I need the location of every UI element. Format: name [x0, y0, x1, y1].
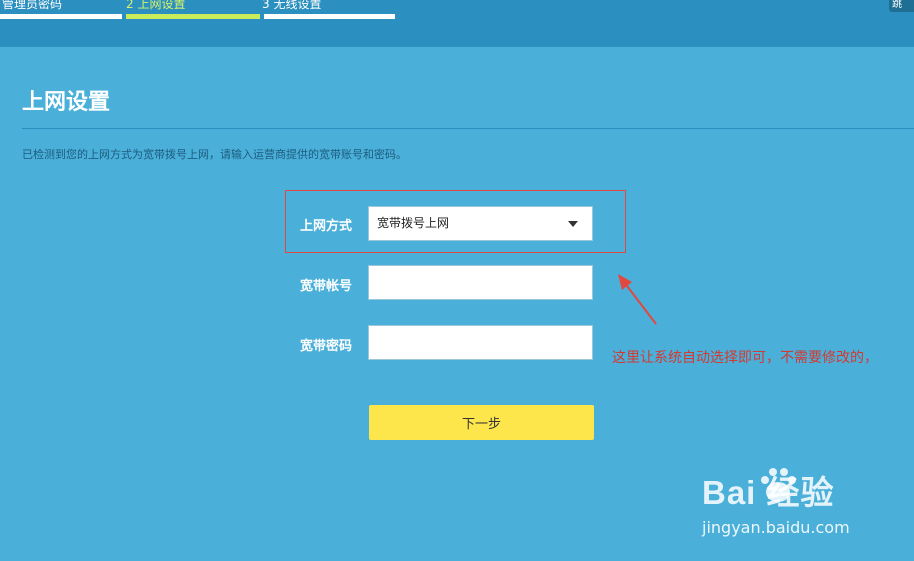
broadband-account-input[interactable] — [368, 265, 593, 300]
annotation-arrow-icon — [618, 274, 657, 325]
title-divider — [22, 128, 914, 129]
step-admin-password[interactable]: 管理员密码 — [2, 0, 62, 12]
next-step-button[interactable]: 下一步 — [369, 405, 594, 440]
baidu-jingyan-watermark: Bai 经验 jingyan.baidu.com — [700, 466, 880, 546]
connection-type-label: 上网方式 — [299, 219, 352, 234]
skip-button[interactable]: 跳 — [889, 0, 914, 12]
baidu-paw-icon — [761, 468, 796, 502]
connection-type-value: 宽带拨号上网 — [377, 216, 450, 230]
annotation-note: 这里让系统自动选择即可，不需要修改的， — [612, 350, 878, 366]
broadband-password-input[interactable] — [368, 325, 593, 360]
page-title: 上网设置 — [22, 90, 111, 115]
top-header: 管理员密码 2 上网设置 3 无线设置 跳 — [0, 0, 914, 47]
step-progress-bar-1 — [0, 14, 122, 19]
dropdown-arrow-icon — [568, 221, 578, 227]
step-internet-settings[interactable]: 2 上网设置 — [126, 0, 185, 12]
watermark-url: jingyan.baidu.com — [702, 518, 850, 537]
broadband-password-label: 宽带密码 — [299, 339, 352, 354]
step-wireless-settings[interactable]: 3 无线设置 — [262, 0, 321, 12]
broadband-account-label: 宽带帐号 — [299, 279, 352, 294]
step-progress-bar-3 — [264, 14, 395, 19]
step-progress-bar-2 — [126, 14, 260, 19]
connection-type-select[interactable]: 宽带拨号上网 — [368, 206, 593, 241]
page-description: 已检测到您的上网方式为宽带拨号上网，请输入运营商提供的宽带账号和密码。 — [22, 148, 407, 161]
